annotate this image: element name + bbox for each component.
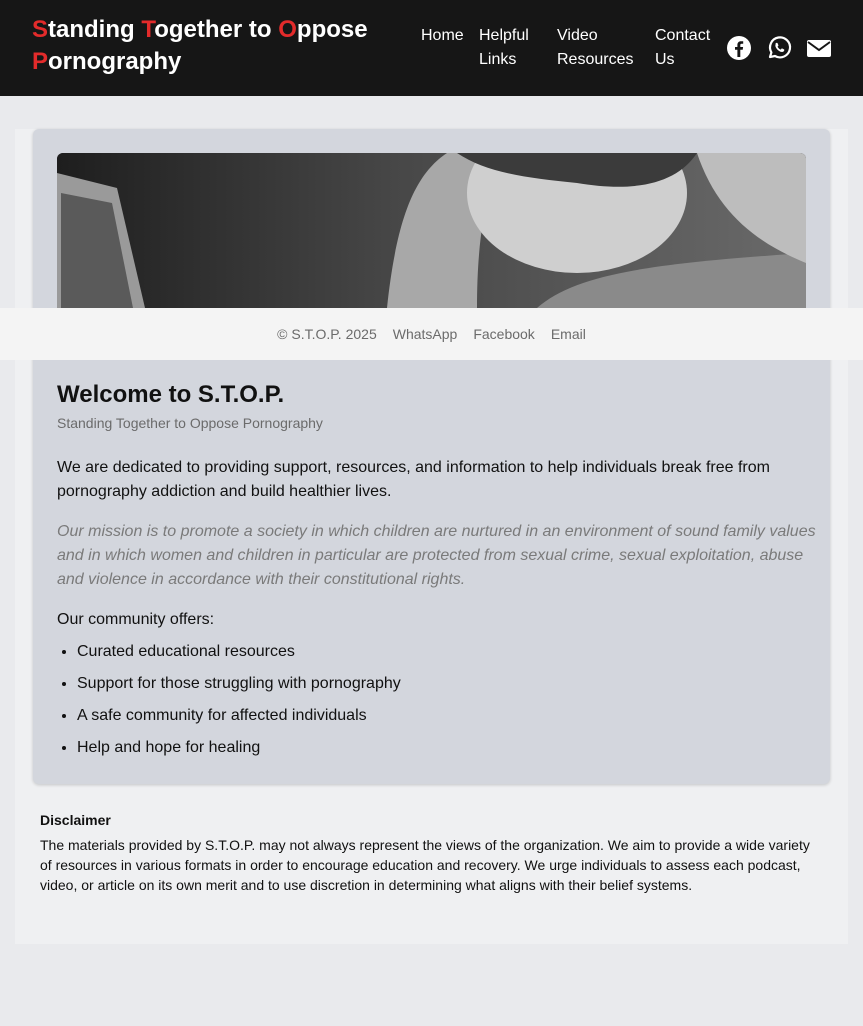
list-item: Support for those struggling with pornog…	[77, 672, 401, 696]
nav-helpful-links[interactable]: Helpful Links	[479, 24, 529, 72]
offers-list: Curated educational resources Support fo…	[57, 640, 401, 768]
nav-contact-us-line1: Contact	[655, 27, 711, 44]
disclaimer-text: The materials provided by S.T.O.P. may n…	[40, 837, 810, 893]
nav-home[interactable]: Home	[421, 24, 464, 48]
nav-video-resources[interactable]: Video Resources	[557, 24, 633, 72]
whatsapp-icon[interactable]	[766, 35, 792, 61]
nav-video-resources-line1: Video	[557, 27, 598, 44]
page-title: Welcome to S.T.O.P.	[57, 381, 285, 408]
intro-paragraph: We are dedicated to providing support, r…	[57, 459, 770, 500]
footer-link-facebook[interactable]: Facebook	[473, 326, 534, 342]
nav-contact-us[interactable]: Contact Us	[655, 24, 710, 72]
site-header: Standing Together to Oppose Pornography …	[0, 0, 863, 96]
nav-contact-us-line2: Us	[655, 51, 675, 68]
email-icon[interactable]	[806, 35, 832, 61]
logo-word-together: ogether to	[154, 16, 272, 43]
offers-label: Our community offers:	[57, 611, 215, 628]
hero-image	[57, 153, 806, 308]
footer-bar: © S.T.O.P. 2025 WhatsApp Facebook Email	[0, 308, 863, 360]
list-item: A safe community for affected individual…	[77, 704, 401, 728]
logo-initial-o: O	[278, 16, 297, 43]
nav-video-resources-line2: Resources	[557, 51, 634, 68]
nav-helpful-links-line2: Links	[479, 51, 517, 68]
logo-word-standing: tanding	[48, 16, 135, 43]
logo-initial-t: T	[141, 16, 155, 43]
mission-statement: Our mission is to promote a society in w…	[57, 523, 816, 588]
logo-word-pornography: ornography	[48, 48, 182, 75]
footer-copyright: © S.T.O.P. 2025	[277, 326, 377, 342]
footer-link-whatsapp[interactable]: WhatsApp	[393, 326, 458, 342]
facebook-icon[interactable]	[726, 35, 752, 61]
logo-initial-s: S	[32, 16, 49, 43]
nav-home-label: Home	[421, 27, 464, 44]
disclaimer-title: Disclaimer	[40, 812, 111, 828]
logo-word-oppose: ppose	[296, 16, 368, 43]
list-item: Curated educational resources	[77, 640, 401, 664]
logo-initial-p: P	[32, 48, 49, 75]
page-subtitle: Standing Together to Oppose Pornography	[57, 415, 323, 431]
site-logo[interactable]: Standing Together to Oppose Pornography	[32, 14, 392, 78]
footer-link-email[interactable]: Email	[551, 326, 586, 342]
nav-helpful-links-line1: Helpful	[479, 27, 529, 44]
list-item: Help and hope for healing	[77, 736, 401, 760]
